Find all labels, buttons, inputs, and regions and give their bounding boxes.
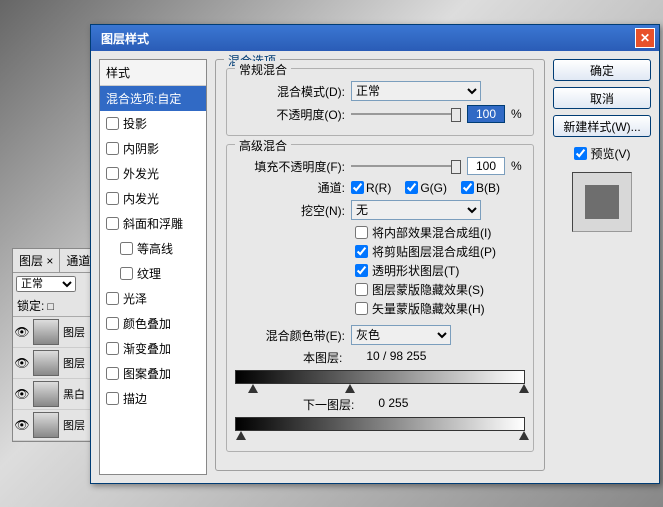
style-item-pattern-overlay[interactable]: 图案叠加 [100, 361, 206, 386]
style-item-outer-glow[interactable]: 外发光 [100, 161, 206, 186]
layer-mask-hides-check[interactable] [355, 283, 368, 296]
preview-label: 预览(V) [591, 145, 631, 162]
fill-opacity-input[interactable] [467, 157, 505, 175]
knockout-select[interactable]: 无 [351, 200, 481, 220]
fill-opacity-label: 填充不透明度(F): [235, 158, 345, 175]
knockout-label: 挖空(N): [235, 202, 345, 219]
pattern-overlay-check[interactable] [106, 367, 119, 380]
layer-row[interactable]: 👁黑白 [13, 379, 99, 410]
style-item-stroke[interactable]: 描边 [100, 386, 206, 411]
drop-shadow-check[interactable] [106, 117, 119, 130]
blend-interior-check[interactable] [355, 226, 368, 239]
eye-icon[interactable]: 👁 [15, 387, 29, 401]
preview-swatch [572, 172, 632, 232]
style-item-gradient-overlay[interactable]: 渐变叠加 [100, 336, 206, 361]
opacity-slider[interactable] [351, 105, 461, 123]
titlebar[interactable]: 图层样式 ✕ [91, 25, 659, 51]
cancel-button[interactable]: 取消 [553, 87, 651, 109]
transparency-shapes-check[interactable] [355, 264, 368, 277]
style-item-drop-shadow[interactable]: 投影 [100, 111, 206, 136]
blend-mode-label: 混合模式(D): [235, 83, 345, 100]
this-layer-values: 10 / 98 255 [366, 349, 426, 366]
eye-icon[interactable]: 👁 [15, 325, 29, 339]
layers-panel: 图层 × 通道 正常 锁定: □ 👁图层 👁图层 👁黑白 👁图层 [12, 248, 100, 442]
percent-label: % [511, 107, 525, 121]
style-item-satin[interactable]: 光泽 [100, 286, 206, 311]
style-item-inner-glow[interactable]: 内发光 [100, 186, 206, 211]
satin-check[interactable] [106, 292, 119, 305]
blend-clipped-check[interactable] [355, 245, 368, 258]
outer-glow-check[interactable] [106, 167, 119, 180]
channels-label: 通道: [235, 179, 345, 196]
blend-if-select[interactable]: 灰色 [351, 325, 451, 345]
blend-if-label: 混合颜色带(E): [235, 327, 345, 344]
style-item-contour[interactable]: 等高线 [100, 236, 206, 261]
preview-check[interactable] [574, 147, 587, 160]
layer-row[interactable]: 👁图层 [13, 410, 99, 441]
style-item-color-overlay[interactable]: 颜色叠加 [100, 311, 206, 336]
layer-row[interactable]: 👁图层 [13, 348, 99, 379]
this-layer-label: 本图层: [303, 349, 342, 366]
style-item-texture[interactable]: 纹理 [100, 261, 206, 286]
style-item-blend-options[interactable]: 混合选项:自定 [100, 86, 206, 111]
new-style-button[interactable]: 新建样式(W)... [553, 115, 651, 137]
styles-header: 样式 [100, 60, 206, 86]
fill-opacity-slider[interactable] [351, 157, 461, 175]
channel-r-check[interactable] [351, 181, 364, 194]
inner-glow-check[interactable] [106, 192, 119, 205]
under-layer-values: 0 255 [378, 396, 408, 413]
styles-list: 样式 混合选项:自定 投影 内阴影 外发光 内发光 斜面和浮雕 等高线 纹理 光… [99, 59, 207, 475]
this-layer-gradient[interactable] [235, 370, 525, 384]
advanced-blend-legend: 高级混合 [235, 137, 291, 154]
ok-button[interactable]: 确定 [553, 59, 651, 81]
bevel-check[interactable] [106, 217, 119, 230]
lock-label: 锁定: [17, 299, 44, 313]
inner-shadow-check[interactable] [106, 142, 119, 155]
layer-row[interactable]: 👁图层 [13, 317, 99, 348]
eye-icon[interactable]: 👁 [15, 356, 29, 370]
dialog-title: 图层样式 [101, 30, 149, 47]
style-item-bevel[interactable]: 斜面和浮雕 [100, 211, 206, 236]
channel-b-check[interactable] [461, 181, 474, 194]
eye-icon[interactable]: 👁 [15, 418, 29, 432]
under-layer-gradient[interactable] [235, 417, 525, 431]
opacity-label: 不透明度(O): [235, 106, 345, 123]
general-blend-legend: 常规混合 [235, 61, 291, 78]
blend-mode-select[interactable]: 正常 [351, 81, 481, 101]
texture-check[interactable] [120, 267, 133, 280]
layer-blend-select[interactable]: 正常 [16, 276, 76, 292]
channel-g-check[interactable] [405, 181, 418, 194]
close-button[interactable]: ✕ [635, 28, 655, 48]
percent-label: % [511, 159, 525, 173]
vector-mask-hides-check[interactable] [355, 302, 368, 315]
gradient-overlay-check[interactable] [106, 342, 119, 355]
opacity-input[interactable] [467, 105, 505, 123]
contour-check[interactable] [120, 242, 133, 255]
color-overlay-check[interactable] [106, 317, 119, 330]
layers-tab[interactable]: 图层 × [13, 249, 60, 272]
stroke-check[interactable] [106, 392, 119, 405]
style-item-inner-shadow[interactable]: 内阴影 [100, 136, 206, 161]
under-layer-label: 下一图层: [303, 396, 354, 413]
layer-style-dialog: 图层样式 ✕ 样式 混合选项:自定 投影 内阴影 外发光 内发光 斜面和浮雕 等… [90, 24, 660, 484]
